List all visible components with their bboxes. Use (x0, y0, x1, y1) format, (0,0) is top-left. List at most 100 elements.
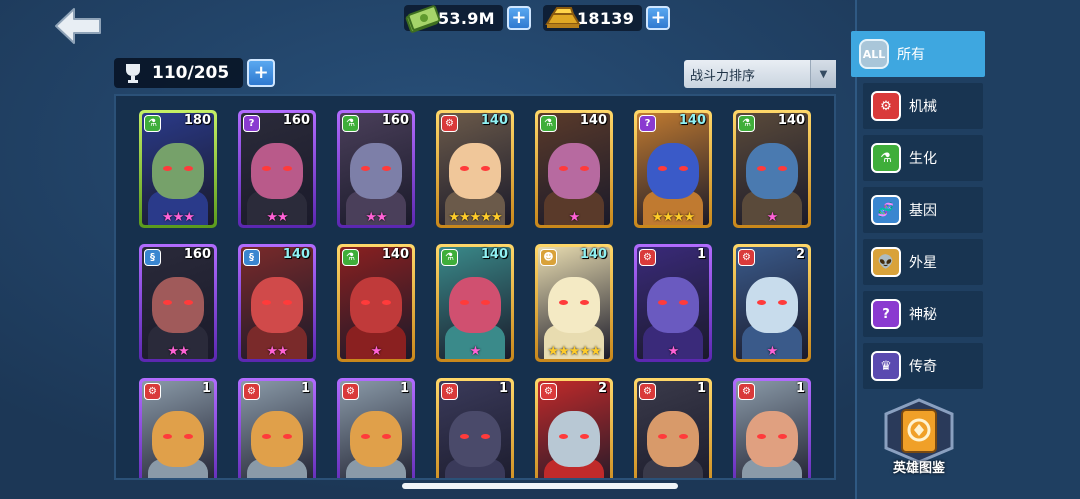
hero-grid: ⚗ 180 ★★★? 160 ★★ ⚗ 160 ★★ ⚙ 140 ★★★★★ ⚗ 140 ★? 140 ★★★… (114, 94, 836, 480)
hero-card[interactable]: ? 160 ★★ (238, 110, 316, 228)
hero-codex-button[interactable]: 英雄图鉴 (874, 396, 964, 480)
hero-eye (658, 433, 667, 439)
hero-eye (757, 165, 766, 171)
hero-eye (184, 165, 193, 171)
hero-card[interactable]: ⚙ 2 (535, 378, 613, 478)
flask-icon: ⚗ (342, 249, 359, 266)
gold-currency: 18139 + (543, 4, 671, 32)
hero-card[interactable]: ⚙ 1 (238, 378, 316, 478)
hero-card[interactable]: § 140 ★★ (238, 244, 316, 362)
hero-card[interactable]: ⚗ 140 ★ (733, 110, 811, 228)
hero-eye (481, 165, 490, 171)
filter-tab[interactable]: ⚙ 机械 (863, 83, 983, 129)
filter-tab[interactable]: ALL 所有 (851, 31, 985, 77)
hero-eye (778, 433, 787, 439)
hero-eye (163, 433, 172, 439)
hero-eye (481, 433, 490, 439)
hero-card[interactable]: ⚙ 1 (733, 378, 811, 478)
hero-face (746, 143, 798, 200)
filter-label: 生化 (909, 151, 937, 167)
hero-eye (262, 299, 271, 305)
add-cash-button[interactable]: + (506, 6, 531, 30)
hero-card[interactable]: ⚙ 1 (634, 378, 712, 478)
hero-card[interactable]: ⚗ 140 ★ (436, 244, 514, 362)
dna-icon: § (144, 249, 161, 266)
mech-icon: ⚙ (342, 383, 359, 400)
hero-eye (757, 433, 766, 439)
hero-card[interactable]: ⚙ 140 ★★★★★ (436, 110, 514, 228)
sort-dropdown[interactable]: 战斗力排序 ▼ (684, 60, 836, 88)
capacity-count: 110/205 (152, 63, 230, 83)
home-indicator[interactable] (402, 483, 678, 489)
hero-card[interactable]: ⚗ 160 ★★ (337, 110, 415, 228)
hero-eye (361, 299, 370, 305)
hero-face (449, 411, 501, 468)
hero-stars: ★★ (365, 210, 387, 225)
hero-power: 140 (579, 247, 607, 262)
hero-card[interactable]: ⚙ 1 ★ (634, 244, 712, 362)
filter-tab[interactable]: ♛ 传奇 (863, 343, 983, 389)
hero-stars: ★★★★★ (547, 344, 601, 359)
hero-power: 160 (381, 113, 409, 128)
filter-label: 所有 (897, 47, 925, 63)
hero-eye (778, 299, 787, 305)
hero-stars: ★ (667, 344, 680, 359)
hero-eye (163, 299, 172, 305)
hero-eye (460, 299, 469, 305)
hero-power: 140 (777, 113, 805, 128)
hero-power: 140 (678, 113, 706, 128)
hero-stars: ★★★★ (651, 210, 696, 225)
alien-icon: 👽 (871, 247, 901, 277)
hero-card[interactable]: ⚗ 140 ★ (337, 244, 415, 362)
expand-capacity-button[interactable]: + (247, 59, 276, 87)
hero-face (548, 411, 600, 468)
hero-card[interactable]: ⚙ 1 (337, 378, 415, 478)
hero-face (548, 277, 600, 334)
hero-stars: ★★ (266, 210, 288, 225)
filter-label: 传奇 (909, 359, 937, 375)
hero-card[interactable]: ⚗ 180 ★★★ (139, 110, 217, 228)
hero-card[interactable]: ⚙ 1 (436, 378, 514, 478)
hero-stars: ★ (469, 344, 482, 359)
hero-eye (658, 299, 667, 305)
hero-card[interactable]: ☻ 140 ★★★★★ (535, 244, 613, 362)
hero-stars: ★ (568, 210, 581, 225)
hero-eye (361, 433, 370, 439)
hero-stars: ★★★ (162, 210, 195, 225)
flask-icon: ⚗ (738, 115, 755, 132)
hero-card[interactable]: ⚙ 2 ★ (733, 244, 811, 362)
back-button[interactable] (52, 6, 104, 46)
hero-eye (184, 299, 193, 305)
hero-face (647, 411, 699, 468)
flask-icon: ⚗ (540, 115, 557, 132)
hero-card[interactable]: ? 140 ★★★★ (634, 110, 712, 228)
hero-eye (778, 165, 787, 171)
hero-face (449, 277, 501, 334)
filter-tab[interactable]: ? 神秘 (863, 291, 983, 337)
hero-card[interactable]: ⚙ 1 (139, 378, 217, 478)
sort-label: 战斗力排序 (690, 68, 756, 84)
hero-power: 140 (579, 113, 607, 128)
hero-eye (283, 299, 292, 305)
mech-icon: ⚙ (144, 383, 161, 400)
hero-card[interactable]: § 160 ★★ (139, 244, 217, 362)
mech-icon: ⚙ (441, 115, 458, 132)
mech-icon: ⚙ (738, 249, 755, 266)
hero-power: 1 (795, 381, 805, 396)
hero-card[interactable]: ⚗ 140 ★ (535, 110, 613, 228)
filter-tab[interactable]: 🧬 基因 (863, 187, 983, 233)
hero-eye (559, 433, 568, 439)
mech-icon: ⚙ (639, 383, 656, 400)
hero-eye (262, 433, 271, 439)
add-gold-button[interactable]: + (646, 6, 671, 30)
hero-eye (658, 165, 667, 171)
codex-label: 英雄图鉴 (892, 461, 945, 476)
filter-tab[interactable]: ⚗ 生化 (863, 135, 983, 181)
hero-face (251, 277, 303, 334)
mech-icon: ⚙ (871, 91, 901, 121)
alien-icon: ☻ (540, 249, 557, 266)
hero-face (251, 411, 303, 468)
hero-stars: ★★ (266, 344, 288, 359)
hero-eye (679, 299, 688, 305)
filter-tab[interactable]: 👽 外星 (863, 239, 983, 285)
